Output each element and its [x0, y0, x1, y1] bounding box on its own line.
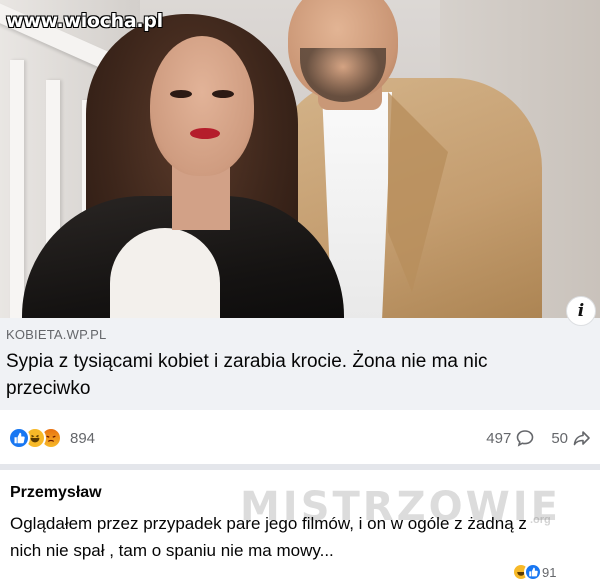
stair-baluster: [10, 60, 24, 318]
site-watermark: www.wiocha.pl: [6, 10, 163, 32]
link-domain: KOBIETA.WP.PL: [6, 327, 107, 342]
post-photo[interactable]: www.wiocha.pl: [0, 0, 600, 318]
mistrzowie-watermark-suffix: .org: [530, 514, 551, 526]
woman-eye: [212, 90, 234, 98]
woman-face: [150, 36, 254, 176]
info-icon[interactable]: i: [566, 296, 596, 326]
reaction-summary[interactable]: 894: [8, 426, 95, 450]
comment-count[interactable]: 497: [486, 430, 511, 447]
comment-reaction-count: 91: [542, 564, 557, 580]
woman-lips: [190, 128, 220, 139]
comment-text: Oglądałem przez przypadek pare jego film…: [10, 514, 527, 560]
like-icon: [8, 427, 30, 449]
share-icon[interactable]: [572, 428, 592, 448]
like-icon: [524, 563, 542, 581]
comment-icon[interactable]: [515, 428, 535, 448]
comment-author[interactable]: Przemysław: [10, 484, 102, 502]
comment-reactions[interactable]: 91: [512, 563, 556, 581]
woman-eye: [170, 90, 192, 98]
share-count[interactable]: 50: [551, 430, 568, 447]
reaction-count: 894: [70, 429, 96, 447]
link-title[interactable]: Sypia z tysiącami kobiet i zarabia kroci…: [6, 348, 566, 402]
section-divider: [0, 464, 600, 470]
post-stats: 497 50: [486, 428, 592, 448]
